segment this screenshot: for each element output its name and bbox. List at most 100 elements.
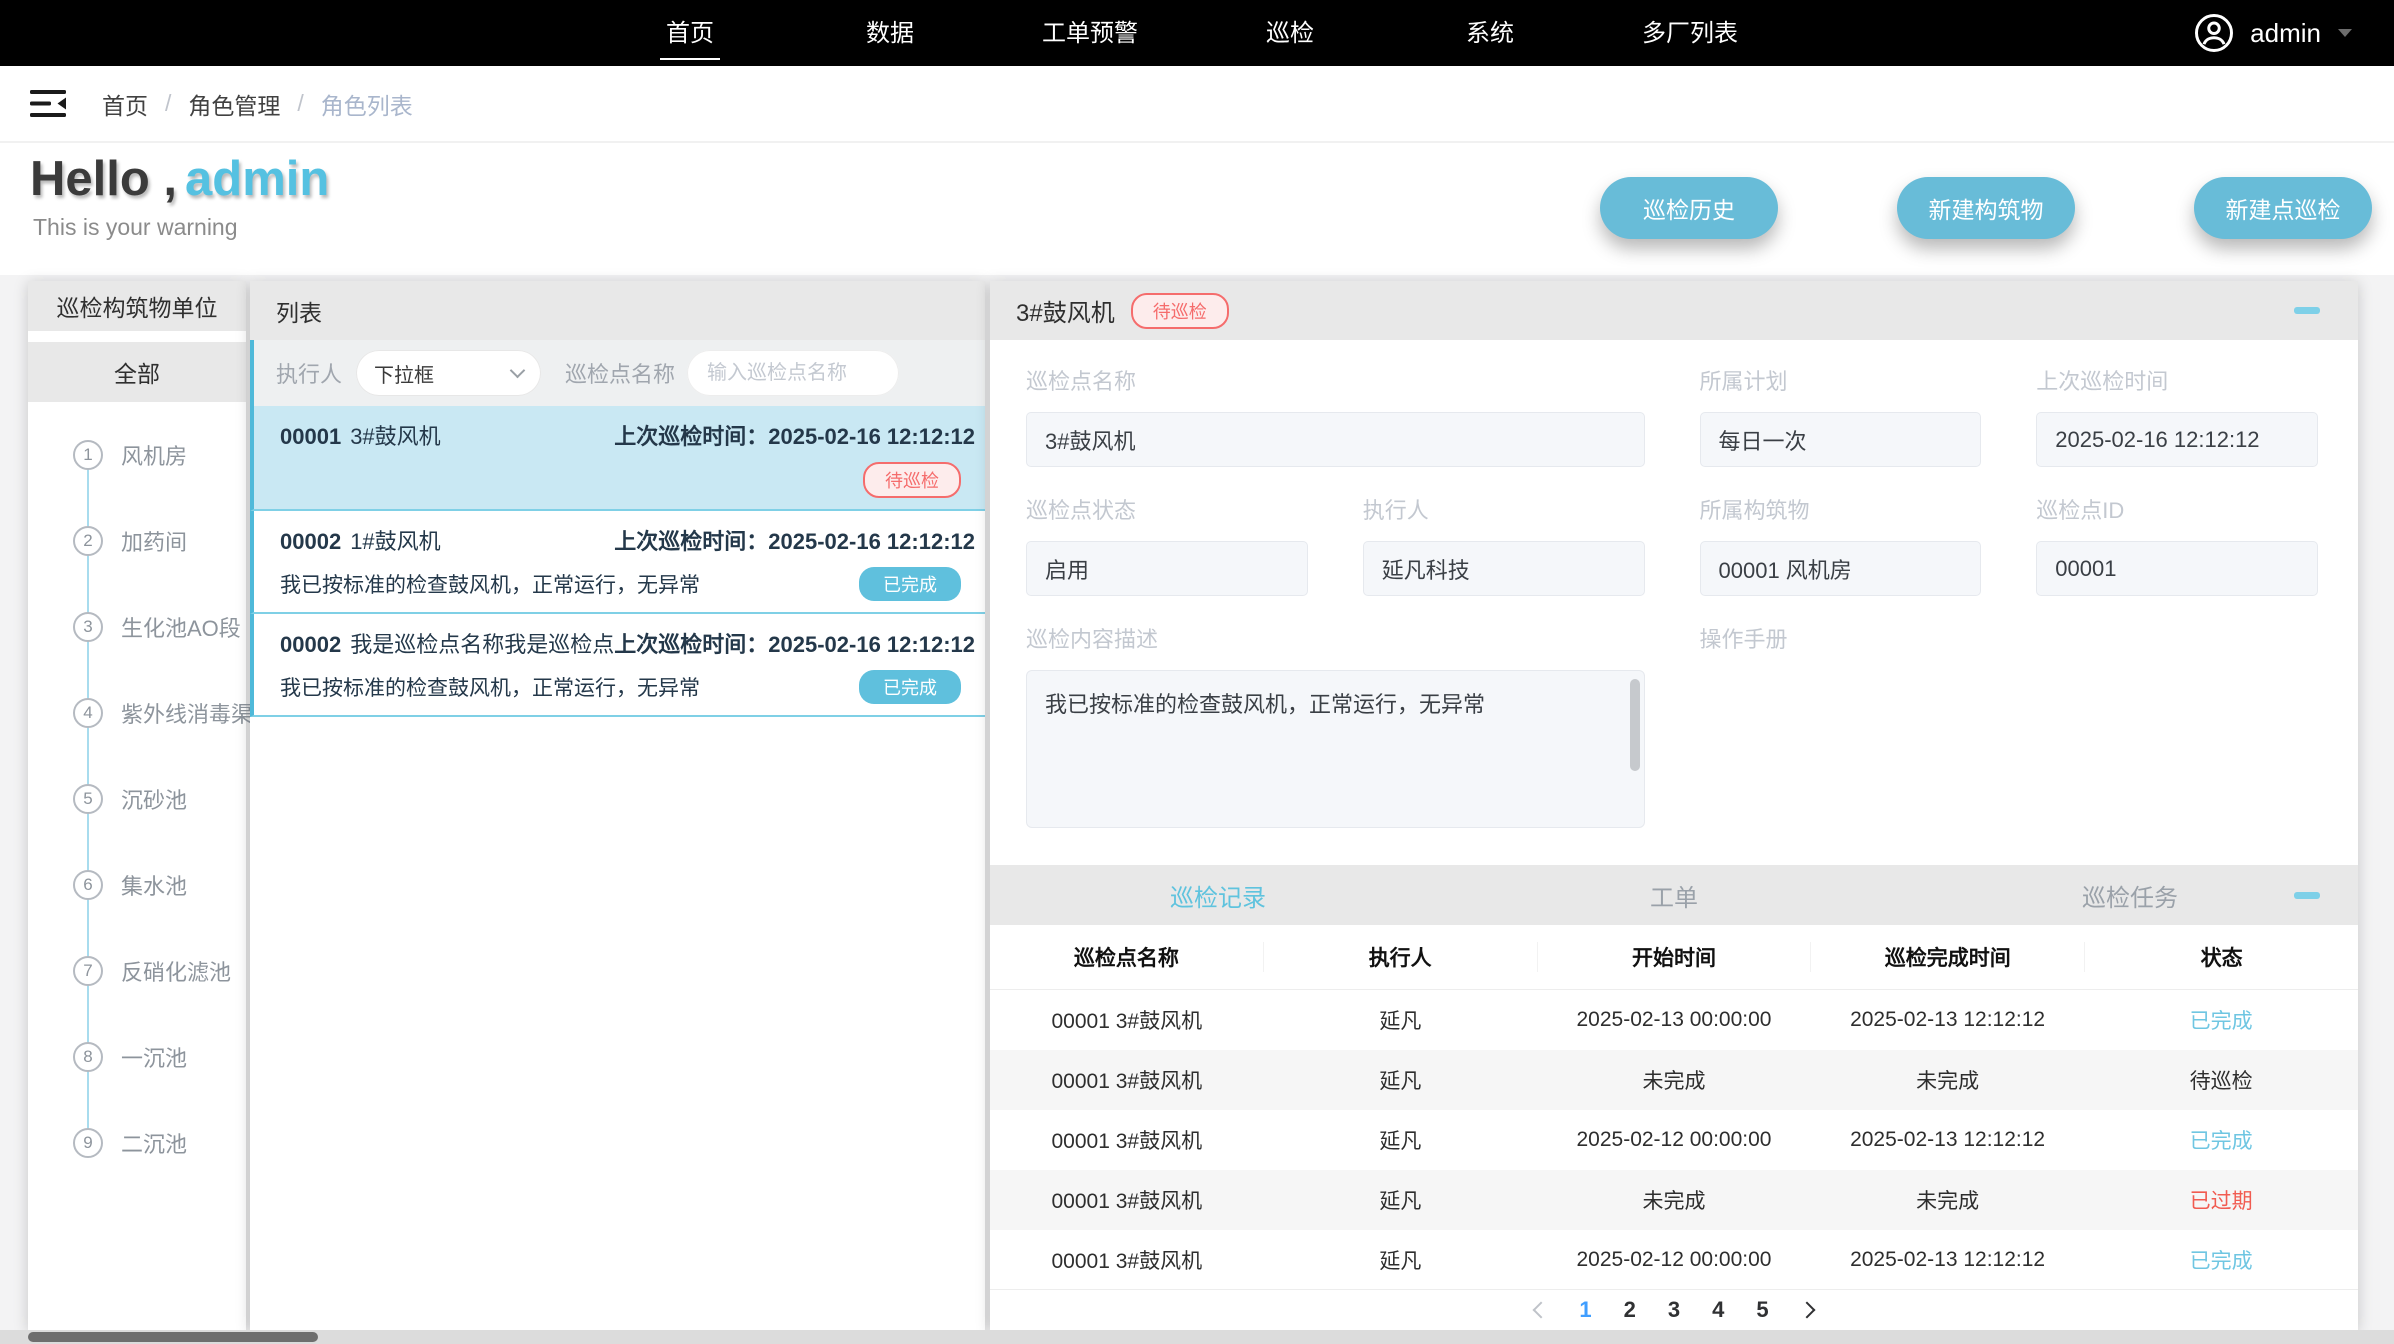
menu-fold-icon[interactable] <box>30 90 66 117</box>
point-code: 00001 <box>280 424 341 449</box>
sidebar-structure-item[interactable]: 4紫外线消毒渠 <box>28 670 246 756</box>
page-number[interactable]: 5 <box>1756 1297 1768 1323</box>
step-number-icon: 2 <box>73 526 103 556</box>
sidebar-title: 巡检构筑物单位 <box>28 281 246 331</box>
last-inspection-time: 上次巡检时间：2025-02-16 12:12:12 <box>614 627 975 659</box>
nav-item[interactable]: 多厂列表 <box>1590 7 1790 60</box>
cell-executor: 延凡 <box>1264 1245 1538 1275</box>
field-value: 00001 风机房 <box>1700 541 1982 596</box>
structure-name: 生化池AO段 <box>121 611 241 643</box>
field-label: 所属构筑物 <box>1700 493 1982 525</box>
sidebar-structure-item[interactable]: 5沉砂池 <box>28 756 246 842</box>
description-textarea[interactable]: 我已按标准的检查鼓风机，正常运行，无异常 <box>1026 670 1645 828</box>
table-row: 00001 3#鼓风机延凡未完成未完成已过期 <box>990 1170 2358 1230</box>
detail-title: 3#鼓风机 <box>1016 293 1115 328</box>
field-label: 巡检内容描述 <box>1026 622 1645 654</box>
point-name-filter-label: 巡检点名称 <box>565 357 675 389</box>
horizontal-scrollbar-thumb[interactable] <box>28 1332 318 1342</box>
cell-finish-time: 2025-02-13 12:12:12 <box>1811 1248 2085 1272</box>
point-name-search-input[interactable] <box>687 350 899 396</box>
tab-item[interactable]: 工单 <box>1446 878 1902 913</box>
sidebar-item-all[interactable]: 全部 <box>28 342 246 402</box>
hero-username: admin <box>185 152 329 206</box>
inspection-point-item[interactable]: 00002我是巡检点名称我是巡检点...上次巡检时间：2025-02-16 12… <box>250 614 985 717</box>
cell-executor: 延凡 <box>1264 1185 1538 1215</box>
point-code: 00002 <box>280 632 341 657</box>
breadcrumb-separator: / <box>297 90 303 117</box>
sidebar-structure-item[interactable]: 2加药间 <box>28 498 246 584</box>
breadcrumb-item: 角色列表 <box>321 87 413 121</box>
cell-point-name: 00001 3#鼓风机 <box>990 1065 1264 1095</box>
user-menu[interactable]: admin <box>2193 12 2352 54</box>
cell-executor: 延凡 <box>1264 1065 1538 1095</box>
page-number[interactable]: 1 <box>1579 1297 1591 1323</box>
collapse-icon[interactable] <box>2294 307 2320 314</box>
structure-name: 紫外线消毒渠 <box>121 697 253 729</box>
table-column-header: 执行人 <box>1264 942 1538 972</box>
action-button[interactable]: 巡检历史 <box>1600 177 1778 239</box>
point-code: 00002 <box>280 529 341 554</box>
field-value: 启用 <box>1026 541 1308 596</box>
breadcrumb-item[interactable]: 首页 <box>102 87 148 121</box>
cell-status: 已完成 <box>2084 1245 2358 1275</box>
action-button[interactable]: 新建点巡检 <box>2194 177 2372 239</box>
cell-finish-time: 未完成 <box>1811 1065 2085 1095</box>
nav-item[interactable]: 系统 <box>1390 7 1590 60</box>
tab-item[interactable]: 巡检任务 <box>1902 878 2358 913</box>
table-column-header: 开始时间 <box>1538 942 1812 972</box>
field-value: 00001 <box>2036 541 2318 596</box>
structure-list: 1风机房2加药间 3 生化池AO段 4紫外线消毒渠5沉砂池 6 集水池 7反硝化滤池8一沉池… <box>28 402 246 1186</box>
action-button[interactable]: 新建构筑物 <box>1897 177 2075 239</box>
manual-field: 操作手册 <box>1700 622 2319 828</box>
detail-field: 巡检点名称3#鼓风机 <box>1026 364 1645 467</box>
cell-start-time: 未完成 <box>1537 1065 1811 1095</box>
executor-dropdown[interactable]: 下拉框 <box>356 350 541 396</box>
tab-active[interactable]: 巡检记录 <box>990 878 1446 913</box>
breadcrumb-item[interactable]: 角色管理 <box>188 87 280 121</box>
field-label: 巡检点名称 <box>1026 364 1645 396</box>
inspection-point-item[interactable]: 000013#鼓风机上次巡检时间：2025-02-16 12:12:12待巡检 <box>250 406 985 511</box>
inspection-point-item[interactable]: 000021#鼓风机上次巡检时间：2025-02-16 12:12:12我已按标… <box>250 511 985 614</box>
nav-item[interactable]: 工单预警 <box>990 7 1190 60</box>
step-number-icon: 3 <box>73 612 103 642</box>
field-value: 延凡科技 <box>1363 541 1645 596</box>
detail-field: 执行人延凡科技 <box>1363 493 1645 596</box>
point-description: 我已按标准的检查鼓风机，正常运行，无异常 <box>280 569 700 599</box>
sidebar-structure-item[interactable]: 1风机房 <box>28 412 246 498</box>
inspection-point-list-panel: 列表 执行人 下拉框 巡检点名称 000013#鼓风机上次巡检时间：2025-0… <box>250 281 985 1330</box>
page-number[interactable]: 4 <box>1712 1297 1724 1323</box>
textarea-scrollbar-thumb[interactable] <box>1630 679 1640 771</box>
step-number-icon: 4 <box>73 698 103 728</box>
nav-item[interactable]: 巡检 <box>1190 7 1390 60</box>
sidebar-structure-item[interactable]: 3 生化池AO段 <box>28 584 246 670</box>
structure-name: 集水池 <box>121 869 187 901</box>
detail-field: 巡检点状态启用 <box>1026 493 1308 596</box>
field-value: 每日一次 <box>1700 412 1982 467</box>
sidebar-structure-item[interactable]: 6 集水池 <box>28 842 246 928</box>
point-item-row2: 我已按标准的检查鼓风机，正常运行，无异常已完成 <box>280 567 975 601</box>
sidebar-structure-item[interactable]: 8一沉池 <box>28 1014 246 1100</box>
step-number-icon: 5 <box>73 784 103 814</box>
records-table: 巡检点名称执行人开始时间巡检完成时间状态 00001 3#鼓风机延凡2025-0… <box>990 925 2358 1290</box>
executor-filter-label: 执行人 <box>276 357 342 389</box>
cell-point-name: 00001 3#鼓风机 <box>990 1005 1264 1035</box>
point-name: 00002我是巡检点名称我是巡检点... <box>280 627 614 659</box>
point-item-row1: 00002我是巡检点名称我是巡检点...上次巡检时间：2025-02-16 12… <box>280 627 975 659</box>
page-number[interactable]: 3 <box>1668 1297 1680 1323</box>
page-number[interactable]: 2 <box>1624 1297 1636 1323</box>
executor-dropdown-value: 下拉框 <box>374 359 434 388</box>
step-number-icon: 6 <box>73 870 103 900</box>
field-label: 执行人 <box>1363 493 1645 525</box>
nav-item[interactable]: 首页 <box>590 7 790 60</box>
point-item-row2: 待巡检 <box>280 462 975 498</box>
nav-item[interactable]: 数据 <box>790 7 990 60</box>
sidebar-structure-item[interactable]: 7反硝化滤池 <box>28 928 246 1014</box>
cell-point-name: 00001 3#鼓风机 <box>990 1245 1264 1275</box>
sidebar-structure-item[interactable]: 9二沉池 <box>28 1100 246 1186</box>
nav-menu: 首页数据工单预警巡检系统多厂列表 <box>590 7 1790 60</box>
structure-name: 风机房 <box>121 439 187 471</box>
breadcrumb-bar: 首页/角色管理/角色列表 <box>0 66 2394 143</box>
next-page-icon[interactable] <box>1801 1304 1813 1316</box>
prev-page-icon[interactable] <box>1535 1304 1547 1316</box>
collapse-icon[interactable] <box>2294 892 2320 899</box>
